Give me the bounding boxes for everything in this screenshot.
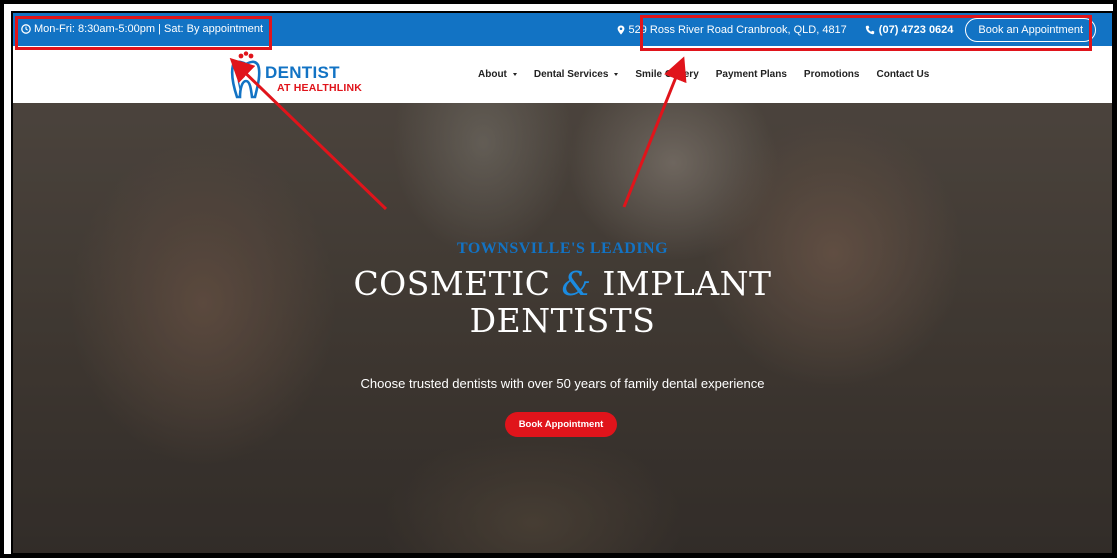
headline-part-cosmetic: COSMETIC <box>353 264 562 303</box>
nav-item-contact-us[interactable]: Contact Us <box>876 69 929 80</box>
chevron-down-icon <box>614 73 619 76</box>
nav-item-label: About <box>478 69 507 80</box>
nav-item-dental-services[interactable]: Dental Services <box>534 69 619 80</box>
hero-headline: COSMETIC & IMPLANT DENTISTS <box>13 265 1112 339</box>
nav-item-label: Smile Gallery <box>635 69 699 80</box>
browser-viewport: Mon-Fri: 8:30am-5:00pm | Sat: By appoint… <box>11 11 1114 555</box>
nav-item-label: Promotions <box>803 69 860 80</box>
headline-ampersand: & <box>561 264 592 303</box>
nav-item-label: Payment Plans <box>715 69 787 80</box>
hero-subline: Choose trusted dentists with over 50 yea… <box>360 376 765 391</box>
tooth-logo-icon <box>230 51 261 99</box>
chevron-down-icon <box>512 73 517 76</box>
site-logo[interactable]: DENTIST AT HEALTHLINK <box>225 51 365 99</box>
headline-part-implant: IMPLANT <box>591 264 772 303</box>
nav-item-label: Contact Us <box>876 69 930 80</box>
nav-item-promotions[interactable]: Promotions <box>804 69 860 80</box>
logo-text-healthlink: AT HEALTHLINK <box>277 82 363 94</box>
annotation-box-hours <box>15 16 272 50</box>
nav-item-smile-gallery[interactable]: Smile Gallery <box>635 69 698 80</box>
annotation-box-contact <box>640 15 1092 51</box>
map-pin-icon <box>617 25 624 35</box>
book-appointment-button[interactable]: Book Appointment <box>505 412 617 437</box>
main-menu: About Dental Services Smile Gallery Paym… <box>478 46 929 103</box>
main-navbar: DENTIST AT HEALTHLINK About Dental Servi… <box>13 46 1112 103</box>
hero-section: TOWNSVILLE'S LEADING COSMETIC & IMPLANT … <box>13 103 1112 553</box>
headline-part-dentists: DENTISTS <box>469 301 656 340</box>
screenshot-frame: Mon-Fri: 8:30am-5:00pm | Sat: By appoint… <box>0 0 1117 558</box>
logo-text-dentist: DENTIST <box>265 63 340 82</box>
nav-item-label: Dental Services <box>533 69 609 80</box>
nav-item-about[interactable]: About <box>478 69 517 80</box>
hero-kicker: TOWNSVILLE'S LEADING <box>456 240 669 257</box>
nav-item-payment-plans[interactable]: Payment Plans <box>716 69 787 80</box>
